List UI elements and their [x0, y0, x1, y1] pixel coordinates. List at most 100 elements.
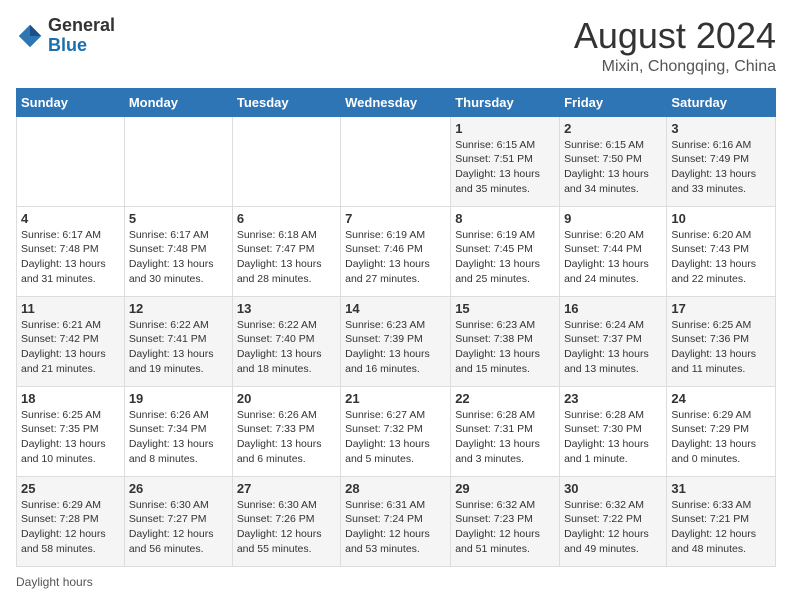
calendar-cell: 30Sunrise: 6:32 AMSunset: 7:22 PMDayligh…	[560, 476, 667, 566]
calendar-cell: 19Sunrise: 6:26 AMSunset: 7:34 PMDayligh…	[124, 386, 232, 476]
day-number: 17	[671, 301, 771, 316]
calendar-week-row: 11 Sunrise: 6:21 AMSunset: 7:42 PMDayligh…	[17, 296, 776, 386]
day-number: 16	[564, 301, 662, 316]
day-number: 10	[671, 211, 771, 226]
calendar-cell: 11 Sunrise: 6:21 AMSunset: 7:42 PMDayligh…	[17, 296, 125, 386]
day-info: Sunrise: 6:26 AMSunset: 7:33 PMDaylight:…	[237, 408, 336, 467]
day-info: Sunrise: 6:17 AMSunset: 7:48 PMDaylight:…	[21, 228, 120, 287]
calendar-cell: 26 Sunrise: 6:30 AMSunset: 7:27 PMDayligh…	[124, 476, 232, 566]
day-number: 18	[21, 391, 120, 406]
day-number: 23	[564, 391, 662, 406]
calendar-cell: 23 Sunrise: 6:28 AMSunset: 7:30 PMDayligh…	[560, 386, 667, 476]
day-info: Sunrise: 6:16 AMSunset: 7:49 PMDaylight:…	[671, 138, 771, 197]
day-info: Sunrise: 6:24 AMSunset: 7:37 PMDaylight:…	[564, 318, 662, 377]
calendar-cell: 18 Sunrise: 6:25 AMSunset: 7:35 PMDayligh…	[17, 386, 125, 476]
day-info: Sunrise: 6:32 AMSunset: 7:23 PMDaylight:…	[455, 498, 555, 557]
calendar-cell: 24 Sunrise: 6:29 AMSunset: 7:29 PMDayligh…	[667, 386, 776, 476]
calendar-cell: 10 Sunrise: 6:20 AMSunset: 7:43 PMDayligh…	[667, 206, 776, 296]
day-info: Sunrise: 6:15 AMSunset: 7:51 PMDaylight:…	[455, 138, 555, 197]
daylight-label: Daylight hours	[16, 575, 93, 589]
logo: GeneralBlue	[16, 16, 115, 56]
weekday-header-row: SundayMondayTuesdayWednesdayThursdayFrid…	[17, 88, 776, 116]
day-info: Sunrise: 6:28 AMSunset: 7:31 PMDaylight:…	[455, 408, 555, 467]
weekday-header: Friday	[560, 88, 667, 116]
calendar-cell: 5 Sunrise: 6:17 AMSunset: 7:48 PMDaylight…	[124, 206, 232, 296]
day-info: Sunrise: 6:15 AMSunset: 7:50 PMDaylight:…	[564, 138, 662, 197]
day-info: Sunrise: 6:28 AMSunset: 7:30 PMDaylight:…	[564, 408, 662, 467]
location-subtitle: Mixin, Chongqing, China	[574, 58, 776, 76]
day-info: Sunrise: 6:23 AMSunset: 7:38 PMDaylight:…	[455, 318, 555, 377]
weekday-header: Thursday	[451, 88, 560, 116]
calendar-cell: 14 Sunrise: 6:23 AMSunset: 7:39 PMDayligh…	[341, 296, 451, 386]
day-number: 9	[564, 211, 662, 226]
calendar-cell: 28Sunrise: 6:31 AMSunset: 7:24 PMDayligh…	[341, 476, 451, 566]
calendar-cell: 1 Sunrise: 6:15 AMSunset: 7:51 PMDaylight…	[451, 116, 560, 206]
day-info: Sunrise: 6:22 AMSunset: 7:41 PMDaylight:…	[129, 318, 228, 377]
calendar-cell: 27Sunrise: 6:30 AMSunset: 7:26 PMDayligh…	[232, 476, 340, 566]
calendar-cell: 17Sunrise: 6:25 AMSunset: 7:36 PMDayligh…	[667, 296, 776, 386]
calendar-cell: 9 Sunrise: 6:20 AMSunset: 7:44 PMDaylight…	[560, 206, 667, 296]
weekday-header: Tuesday	[232, 88, 340, 116]
legend: Daylight hours	[16, 575, 776, 589]
day-number: 6	[237, 211, 336, 226]
weekday-header: Wednesday	[341, 88, 451, 116]
weekday-header: Monday	[124, 88, 232, 116]
day-info: Sunrise: 6:18 AMSunset: 7:47 PMDaylight:…	[237, 228, 336, 287]
day-number: 8	[455, 211, 555, 226]
day-info: Sunrise: 6:33 AMSunset: 7:21 PMDaylight:…	[671, 498, 771, 557]
day-number: 22	[455, 391, 555, 406]
day-number: 1	[455, 121, 555, 136]
day-info: Sunrise: 6:23 AMSunset: 7:39 PMDaylight:…	[345, 318, 446, 377]
day-number: 11	[21, 301, 120, 316]
calendar-cell: 20 Sunrise: 6:26 AMSunset: 7:33 PMDayligh…	[232, 386, 340, 476]
calendar-week-row: 1 Sunrise: 6:15 AMSunset: 7:51 PMDaylight…	[17, 116, 776, 206]
day-number: 12	[129, 301, 228, 316]
day-number: 24	[671, 391, 771, 406]
day-number: 13	[237, 301, 336, 316]
day-number: 5	[129, 211, 228, 226]
day-info: Sunrise: 6:21 AMSunset: 7:42 PMDaylight:…	[21, 318, 120, 377]
calendar-cell: 25 Sunrise: 6:29 AMSunset: 7:28 PMDayligh…	[17, 476, 125, 566]
calendar-cell: 21 Sunrise: 6:27 AMSunset: 7:32 PMDayligh…	[341, 386, 451, 476]
day-number: 19	[129, 391, 228, 406]
weekday-header: Sunday	[17, 88, 125, 116]
day-info: Sunrise: 6:17 AMSunset: 7:48 PMDaylight:…	[129, 228, 228, 287]
calendar-cell	[232, 116, 340, 206]
logo-icon	[16, 22, 44, 50]
day-number: 21	[345, 391, 446, 406]
calendar-cell: 2 Sunrise: 6:15 AMSunset: 7:50 PMDaylight…	[560, 116, 667, 206]
calendar-cell: 16 Sunrise: 6:24 AMSunset: 7:37 PMDayligh…	[560, 296, 667, 386]
calendar-cell: 15 Sunrise: 6:23 AMSunset: 7:38 PMDayligh…	[451, 296, 560, 386]
calendar-cell: 31 Sunrise: 6:33 AMSunset: 7:21 PMDayligh…	[667, 476, 776, 566]
day-info: Sunrise: 6:27 AMSunset: 7:32 PMDaylight:…	[345, 408, 446, 467]
calendar-cell: 22 Sunrise: 6:28 AMSunset: 7:31 PMDayligh…	[451, 386, 560, 476]
day-info: Sunrise: 6:19 AMSunset: 7:46 PMDaylight:…	[345, 228, 446, 287]
day-number: 15	[455, 301, 555, 316]
day-number: 26	[129, 481, 228, 496]
page-header: GeneralBlue August 2024 Mixin, Chongqing…	[16, 16, 776, 76]
calendar-cell: 12 Sunrise: 6:22 AMSunset: 7:41 PMDayligh…	[124, 296, 232, 386]
day-info: Sunrise: 6:31 AMSunset: 7:24 PMDaylight:…	[345, 498, 446, 557]
day-info: Sunrise: 6:20 AMSunset: 7:43 PMDaylight:…	[671, 228, 771, 287]
calendar-cell: 29 Sunrise: 6:32 AMSunset: 7:23 PMDayligh…	[451, 476, 560, 566]
day-info: Sunrise: 6:30 AMSunset: 7:27 PMDaylight:…	[129, 498, 228, 557]
day-number: 4	[21, 211, 120, 226]
calendar-cell	[124, 116, 232, 206]
day-info: Sunrise: 6:29 AMSunset: 7:28 PMDaylight:…	[21, 498, 120, 557]
day-number: 31	[671, 481, 771, 496]
day-number: 2	[564, 121, 662, 136]
day-number: 14	[345, 301, 446, 316]
day-info: Sunrise: 6:25 AMSunset: 7:35 PMDaylight:…	[21, 408, 120, 467]
day-info: Sunrise: 6:20 AMSunset: 7:44 PMDaylight:…	[564, 228, 662, 287]
day-number: 20	[237, 391, 336, 406]
month-year-title: August 2024	[574, 16, 776, 56]
logo-text: GeneralBlue	[48, 16, 115, 56]
calendar-week-row: 25 Sunrise: 6:29 AMSunset: 7:28 PMDayligh…	[17, 476, 776, 566]
day-number: 25	[21, 481, 120, 496]
day-info: Sunrise: 6:29 AMSunset: 7:29 PMDaylight:…	[671, 408, 771, 467]
calendar-cell	[341, 116, 451, 206]
day-number: 7	[345, 211, 446, 226]
calendar-cell: 13Sunrise: 6:22 AMSunset: 7:40 PMDayligh…	[232, 296, 340, 386]
day-number: 29	[455, 481, 555, 496]
day-number: 30	[564, 481, 662, 496]
